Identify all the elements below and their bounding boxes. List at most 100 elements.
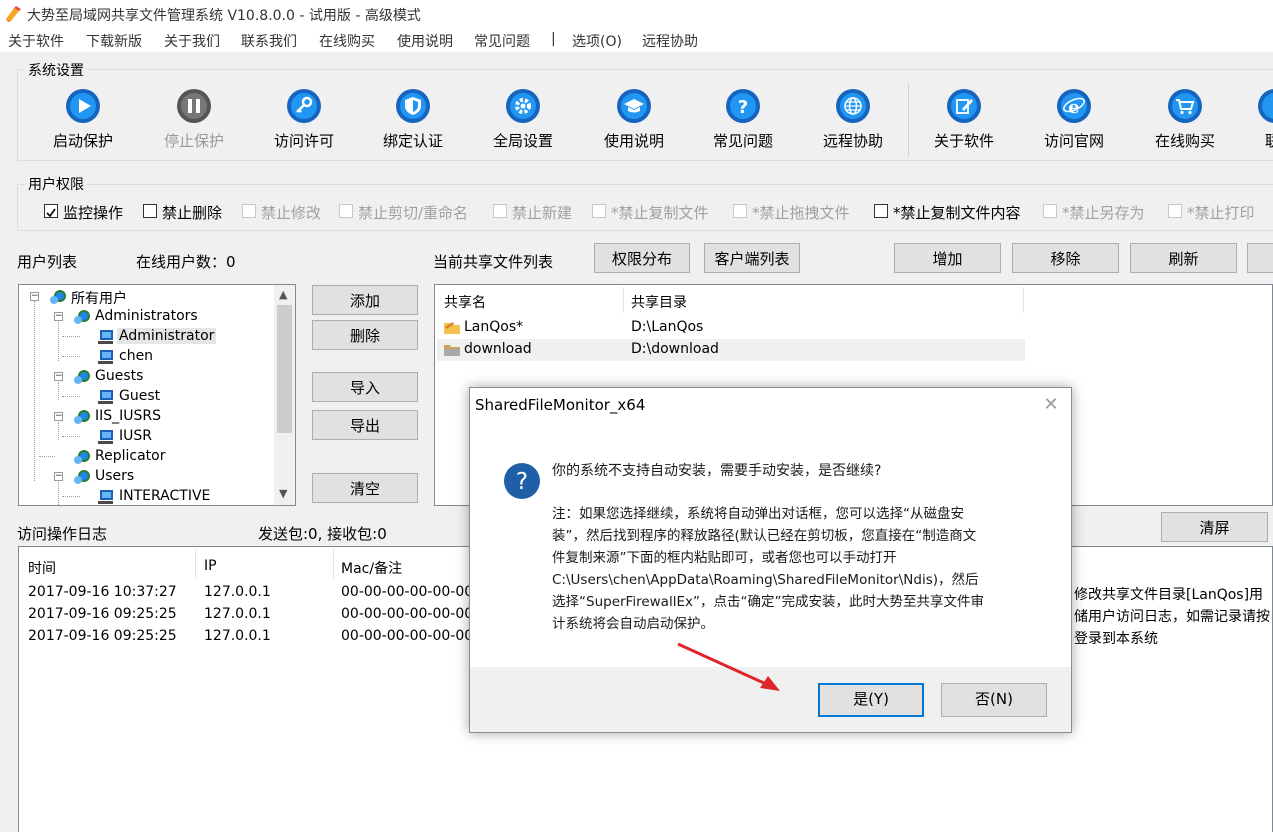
column-divider — [1023, 287, 1024, 313]
scroll-down-icon[interactable]: ▼ — [279, 487, 287, 500]
tool-bind-auth[interactable]: 绑定认证 — [368, 88, 458, 152]
menu-faq[interactable]: 常见问题 — [474, 31, 530, 51]
menu-contact-us[interactable]: 联系我们 — [241, 31, 297, 51]
checkbox-label: *禁止拖拽文件 — [752, 204, 850, 222]
clear-button[interactable]: 清空 — [312, 473, 418, 503]
tool-buy-online[interactable]: 在线购买 — [1140, 88, 1230, 152]
user-tree[interactable]: − − − − − 所有用户 Administrators Administra… — [18, 284, 296, 506]
remove-share-button[interactable]: 移除 — [1012, 243, 1119, 273]
menu-remote-assist[interactable]: 远程协助 — [642, 31, 698, 51]
log-label: 访问操作日志 — [17, 525, 108, 543]
tree-line — [58, 382, 59, 400]
checkbox-box[interactable] — [874, 204, 888, 218]
checkbox-label: *禁止打印 — [1187, 204, 1255, 222]
menu-about-us[interactable]: 关于我们 — [164, 31, 220, 51]
scroll-up-icon[interactable]: ▲ — [279, 288, 287, 301]
group-icon — [74, 470, 90, 484]
collapse-icon[interactable]: − — [54, 412, 63, 421]
tool-stop-protection[interactable]: 停止保护 — [149, 88, 239, 152]
folder-icon — [444, 345, 460, 356]
checkbox-box[interactable] — [143, 204, 157, 218]
collapse-icon[interactable]: − — [54, 472, 63, 481]
yes-button[interactable]: 是(Y) — [818, 683, 924, 717]
dialog-detail-line: 件复制来源”下面的框内粘贴即可，或者您也可以手动打开 — [552, 550, 897, 566]
question-icon: ? — [504, 463, 540, 499]
tool-label: 使用说明 — [603, 132, 664, 150]
client-list-button[interactable]: 客户端列表 — [704, 243, 800, 273]
table-row[interactable]: download D:\download — [437, 339, 1025, 361]
tool-label: 访问许可 — [273, 132, 334, 150]
collapse-icon[interactable]: − — [54, 372, 63, 381]
delete-user-button[interactable]: 删除 — [312, 320, 418, 350]
export-button[interactable]: 导出 — [312, 410, 418, 440]
menu-separator: | — [551, 31, 556, 47]
close-icon[interactable]: ✕ — [1042, 394, 1060, 415]
checkbox-box[interactable] — [592, 204, 606, 218]
tree-line — [62, 356, 80, 357]
computer-icon — [98, 350, 113, 364]
menu-options[interactable]: 选项(O) — [572, 31, 622, 51]
column-header-ip[interactable]: IP — [204, 558, 217, 574]
checkbox-label: 禁止剪切/重命名 — [358, 204, 469, 222]
no-button[interactable]: 否(N) — [941, 683, 1047, 717]
collapse-icon[interactable]: − — [30, 292, 39, 301]
checkbox-box[interactable] — [1168, 204, 1182, 218]
tool-label: 在线购买 — [1154, 132, 1215, 150]
menu-download[interactable]: 下载新版 — [86, 31, 142, 51]
menu-buy-online[interactable]: 在线购买 — [319, 31, 375, 51]
pause-icon — [177, 89, 211, 123]
scroll-thumb[interactable] — [277, 305, 292, 433]
tool-about-software[interactable]: 关于软件 — [919, 88, 1009, 152]
gear-icon — [506, 89, 540, 123]
column-header-time[interactable]: 时间 — [28, 558, 56, 578]
column-divider — [333, 549, 334, 579]
table-row[interactable]: LanQos* D:\LanQos — [437, 317, 1025, 339]
tool-global-settings[interactable]: 全局设置 — [478, 88, 568, 152]
menu-about-software[interactable]: 关于软件 — [8, 31, 64, 51]
computer-icon — [98, 430, 113, 444]
add-user-button[interactable]: 添加 — [312, 285, 418, 315]
ie-browser-icon: e — [1057, 89, 1091, 123]
tool-official-site[interactable]: e 访问官网 — [1029, 88, 1119, 152]
more-button[interactable] — [1247, 243, 1273, 273]
graduation-cap-icon — [617, 89, 651, 123]
checkbox-box[interactable] — [242, 204, 256, 218]
group-icon — [74, 410, 90, 424]
tool-instructions[interactable]: 使用说明 — [589, 88, 679, 152]
tool-remote-assist[interactable]: 远程协助 — [808, 88, 898, 152]
tool-access-permission[interactable]: 访问许可 — [259, 88, 349, 152]
column-header-share-name[interactable]: 共享名 — [444, 292, 486, 312]
computer-icon — [98, 330, 113, 344]
tool-contact[interactable]: 联 — [1250, 88, 1273, 152]
checkbox-box[interactable] — [733, 204, 747, 218]
toolbar-divider — [908, 84, 909, 156]
packet-counter: 发送包:0, 接收包:0 — [258, 525, 387, 543]
tree-line — [34, 301, 35, 481]
permission-distribution-button[interactable]: 权限分布 — [594, 243, 690, 273]
checkbox-box[interactable] — [44, 204, 58, 218]
tool-faq[interactable]: ? 常见问题 — [698, 88, 788, 152]
checkbox-box[interactable] — [493, 204, 507, 218]
collapse-icon[interactable]: − — [54, 312, 63, 321]
column-header-mac[interactable]: Mac/备注 — [341, 558, 402, 578]
checkbox-label: 禁止新建 — [512, 204, 573, 222]
tool-start-protection[interactable]: 启动保护 — [38, 88, 128, 152]
column-header-share-path[interactable]: 共享目录 — [631, 292, 687, 312]
clear-screen-button[interactable]: 清屏 — [1161, 512, 1268, 542]
tree-line — [39, 456, 55, 457]
checkbox-box[interactable] — [1043, 204, 1057, 218]
add-share-button[interactable]: 增加 — [894, 243, 1001, 273]
tree-scrollbar[interactable]: ▲ ▼ — [274, 285, 295, 505]
dialog-detail-line: 注：如果您选择继续，系统将自动弹出对话框，您可以选择“从磁盘安 — [552, 506, 964, 522]
import-button[interactable]: 导入 — [312, 372, 418, 402]
title-bar: 大势至局域网共享文件管理系统 V10.8.0.0 - 试用版 - 高级模式 — [0, 0, 1273, 28]
tree-line — [62, 436, 80, 437]
menu-instructions[interactable]: 使用说明 — [397, 31, 453, 51]
menu-bar: 关于软件 下载新版 关于我们 联系我们 在线购买 使用说明 常见问题 | 选项(… — [0, 28, 1273, 52]
dialog-detail-line: 计系统将会自动启动保护。 — [552, 616, 714, 632]
app-logo-icon — [6, 6, 21, 22]
tool-label: 全局设置 — [492, 132, 553, 150]
checkbox-box[interactable] — [339, 204, 353, 218]
refresh-button[interactable]: 刷新 — [1130, 243, 1237, 273]
shared-folder-icon — [444, 322, 460, 334]
